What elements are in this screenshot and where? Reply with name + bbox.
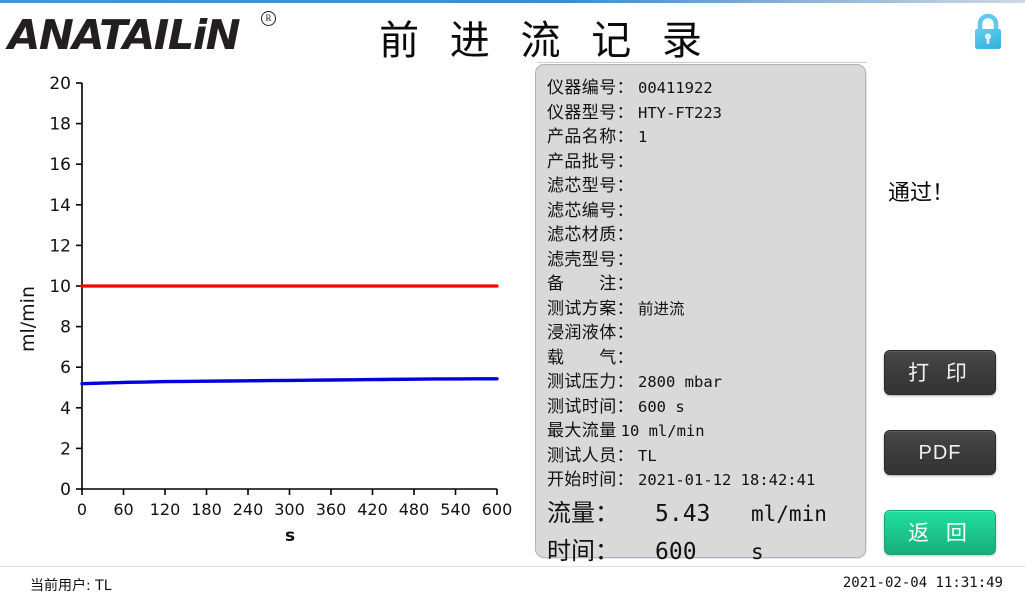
chart-data-line bbox=[80, 377, 499, 386]
registered-trademark-icon: R bbox=[261, 9, 276, 26]
info-row-label: 测试压力： bbox=[547, 372, 634, 392]
info-row: 产品名称： 1 bbox=[547, 122, 865, 147]
time-readout-label: 时间： bbox=[547, 536, 619, 565]
info-row-value: 2021-01-12 18:42:41 bbox=[638, 471, 816, 489]
info-row: 仪器编号： 00411922 bbox=[547, 73, 865, 98]
print-button[interactable]: 打 印 bbox=[884, 350, 996, 395]
info-row: 测试时间： 600 s bbox=[547, 392, 865, 417]
info-row-label: 滤壳型号： bbox=[547, 249, 634, 270]
chart-y-tick-label: 2 bbox=[60, 439, 71, 459]
info-row-value: 2800 mbar bbox=[638, 373, 722, 391]
chart-series bbox=[80, 284, 499, 386]
info-row: 载 气： bbox=[547, 343, 865, 368]
info-row: 滤芯材质： bbox=[547, 220, 865, 245]
info-row-value: 00411922 bbox=[638, 79, 713, 97]
current-user-label: 当前用户: TL bbox=[30, 578, 112, 594]
chart-x-axis-label: s bbox=[285, 526, 295, 546]
chart-y-tick-label: 4 bbox=[60, 399, 71, 419]
info-row: 开始时间： 2021-01-12 18:42:41 bbox=[547, 465, 865, 490]
info-row-value: HTY-FT223 bbox=[638, 103, 722, 122]
back-button[interactable]: 返 回 bbox=[884, 510, 996, 555]
info-row-label: 测试人员： bbox=[547, 445, 634, 466]
chart-x-tick-label: 180 bbox=[191, 500, 222, 519]
chart-y-tick-label: 20 bbox=[49, 74, 71, 94]
chart-y-tick-label: 8 bbox=[60, 318, 71, 338]
info-row-label: 测试方案： bbox=[547, 298, 634, 319]
chart-y-tick-label: 6 bbox=[60, 358, 71, 378]
chart-axes: 0 2 4 6 8 10 12 14 16 18 20 0 60 120 180 240 300 360 420 48… bbox=[49, 74, 512, 519]
chart-x-tick-label: 420 bbox=[357, 500, 388, 519]
info-row-label: 仪器编号： bbox=[547, 78, 634, 98]
chart-y-tick-label: 14 bbox=[49, 196, 71, 216]
chart-y-tick-label: 12 bbox=[49, 236, 71, 256]
chart-y-tick-label: 0 bbox=[60, 480, 71, 500]
info-row: 滤芯型号： bbox=[547, 171, 865, 196]
info-row-label: 滤芯材质： bbox=[547, 225, 634, 245]
lock-icon[interactable] bbox=[964, 8, 1012, 56]
info-row-label: 最大流量 bbox=[547, 421, 617, 441]
info-row-value: 10 ml/min bbox=[620, 422, 705, 440]
chart-x-tick-label: 120 bbox=[150, 500, 181, 519]
time-readout-row: 时间： 600 s bbox=[547, 531, 865, 566]
info-row: 最大流量 10 ml/min bbox=[547, 416, 865, 441]
pdf-button[interactable]: PDF bbox=[884, 430, 996, 475]
info-row-label: 测试时间： bbox=[547, 396, 634, 417]
info-row: 产品批号： bbox=[547, 147, 865, 172]
info-row-label: 滤芯编号： bbox=[547, 200, 634, 221]
flow-chart-svg: 0 2 4 6 8 10 12 14 16 18 20 0 60 120 180 240 300 360 420 48… bbox=[17, 74, 512, 546]
chart-y-tick-label: 18 bbox=[49, 115, 71, 135]
info-row-label: 产品名称： bbox=[547, 127, 634, 147]
brand-logo: ANATAILiN R bbox=[8, 9, 298, 59]
chart-x-tick-label: 540 bbox=[440, 500, 471, 519]
info-row-label: 备 注： bbox=[547, 274, 634, 294]
info-row-label: 仪器型号： bbox=[547, 102, 634, 123]
info-row-value: 1 bbox=[638, 128, 648, 146]
info-row: 测试方案： 前进流 bbox=[547, 294, 865, 319]
result-verdict: 通过！ bbox=[888, 181, 955, 206]
info-row-label: 开始时间： bbox=[547, 470, 634, 490]
header: ANATAILiN R 前 进 流 记 录 bbox=[0, 3, 1025, 64]
info-row: 测试压力： 2800 mbar bbox=[547, 367, 865, 392]
info-row: 滤壳型号： bbox=[547, 245, 865, 270]
flow-readout-label: 流量： bbox=[547, 498, 619, 527]
time-readout-unit: s bbox=[751, 539, 764, 564]
info-row-value: 前进流 bbox=[638, 299, 685, 318]
info-row: 浸润液体： bbox=[547, 318, 865, 343]
info-row: 测试人员： TL bbox=[547, 441, 865, 466]
chart-y-tick-label: 16 bbox=[49, 155, 71, 175]
flow-chart: 0 2 4 6 8 10 12 14 16 18 20 0 60 120 180 240 300 360 420 48… bbox=[0, 64, 525, 564]
time-readout-value: 600 bbox=[655, 538, 697, 565]
chart-x-tick-label: 600 bbox=[482, 500, 513, 519]
brand-logo-text: ANATAILiN bbox=[8, 11, 241, 59]
info-row-label: 产品批号： bbox=[547, 151, 634, 172]
info-row-label: 滤芯型号： bbox=[547, 176, 634, 196]
info-row: 仪器型号： HTY-FT223 bbox=[547, 98, 865, 123]
chart-x-tick-label: 0 bbox=[77, 500, 87, 519]
flow-readout-value: 5.43 bbox=[655, 500, 711, 527]
info-row-value: TL bbox=[638, 446, 657, 465]
test-info-rows: 仪器编号： 00411922 仪器型号： HTY-FT223 产品名称： 1 产品批号： 滤芯… bbox=[547, 73, 865, 490]
app-window: ANATAILiN R 前 进 流 记 录 0 2 4 6 8 10 12 14 16 18 20 0… bbox=[0, 0, 1025, 601]
status-bar: 当前用户: TL 2021-02-04 11:31:49 bbox=[0, 566, 1025, 602]
info-row-label: 载 气： bbox=[547, 347, 634, 368]
title-divider bbox=[537, 62, 867, 63]
info-row: 备 注： bbox=[547, 269, 865, 294]
flow-readout-row: 流量： 5.43 ml/min bbox=[547, 493, 865, 528]
status-datetime: 2021-02-04 11:31:49 bbox=[842, 575, 1003, 591]
page-title: 前 进 流 记 录 bbox=[379, 18, 711, 64]
chart-y-tick-label: 10 bbox=[49, 277, 71, 297]
chart-x-tick-label: 360 bbox=[316, 500, 347, 519]
chart-x-tick-label: 240 bbox=[233, 500, 264, 519]
info-row-label: 浸润液体： bbox=[547, 323, 634, 343]
test-info-panel: 仪器编号： 00411922 仪器型号： HTY-FT223 产品名称： 1 产品批号： 滤芯… bbox=[535, 64, 866, 565]
info-row-value: 600 s bbox=[638, 397, 685, 416]
chart-x-tick-label: 60 bbox=[113, 500, 133, 519]
chart-x-tick-label: 480 bbox=[399, 500, 430, 519]
chart-y-axis-label: ml/min bbox=[17, 286, 39, 352]
flow-readout-unit: ml/min bbox=[751, 501, 827, 526]
chart-x-tick-label: 300 bbox=[274, 500, 305, 519]
info-row: 滤芯编号： bbox=[547, 196, 865, 221]
